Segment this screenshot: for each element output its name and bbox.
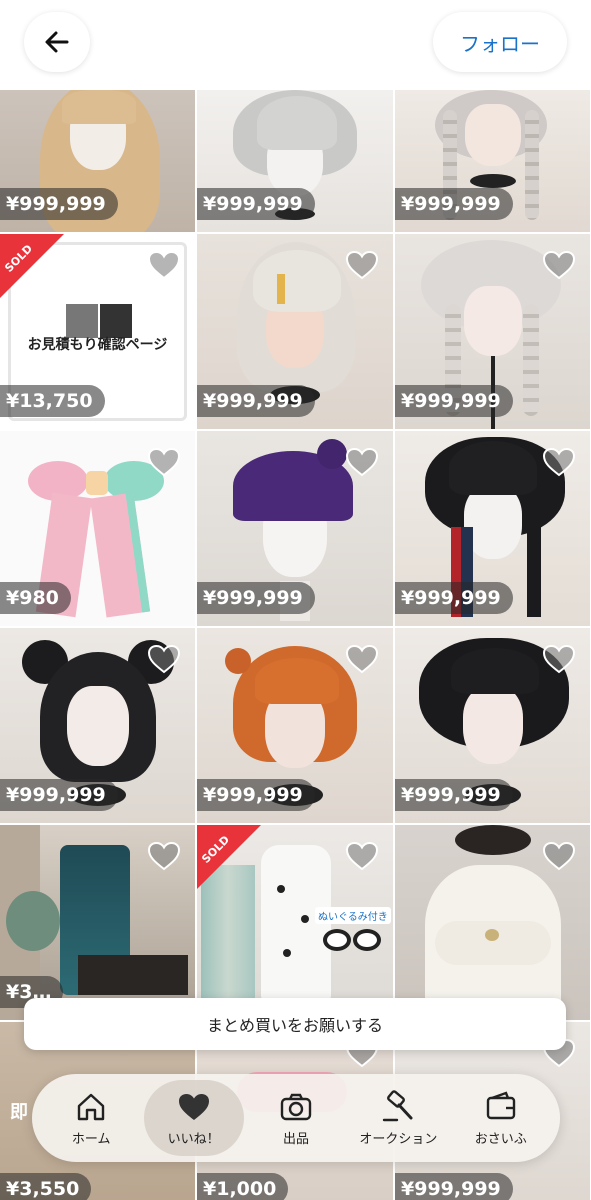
price-label: ¥999,999: [395, 582, 513, 614]
heart-icon[interactable]: [147, 447, 181, 477]
price-label: ¥999,999: [0, 779, 118, 811]
wallet-icon: [486, 1090, 515, 1119]
back-button[interactable]: [24, 12, 90, 72]
heart-icon[interactable]: [542, 841, 576, 871]
price-label: ¥999,999: [0, 188, 118, 220]
product-tile[interactable]: ぬいぐるみ付き SOLD: [197, 825, 393, 1020]
tile-text: 即: [10, 1102, 28, 1123]
heart-icon[interactable]: [345, 250, 379, 280]
bottom-tab-bar: ホーム いいね！ 出品 オークション おさいふ: [32, 1074, 560, 1162]
tag-label: ぬいぐるみ付き: [315, 907, 391, 924]
heart-icon[interactable]: [542, 644, 576, 674]
product-tile[interactable]: ¥980: [0, 431, 195, 626]
bulk-purchase-button[interactable]: まとめ買いをお願いする: [24, 998, 566, 1050]
screen: フォロー ¥999,999 ¥999,999 ¥999,999 お見積もり確認ペ…: [0, 0, 591, 1200]
heart-icon[interactable]: [542, 447, 576, 477]
product-tile[interactable]: ¥999,999: [395, 431, 590, 626]
price-label: ¥3,550: [0, 1173, 92, 1200]
tab-label: 出品: [282, 1131, 309, 1147]
tab-sell[interactable]: 出品: [246, 1080, 346, 1156]
price-label: ¥999,999: [197, 188, 315, 220]
heart-icon[interactable]: [147, 250, 181, 280]
tab-wallet[interactable]: おさいふ: [451, 1080, 551, 1156]
product-tile[interactable]: ¥999,999: [197, 90, 393, 232]
camera-icon: [280, 1093, 312, 1120]
product-tile[interactable]: ¥999,999: [197, 628, 393, 823]
top-bar: フォロー: [0, 0, 591, 90]
heart-icon[interactable]: [345, 841, 379, 871]
heart-icon[interactable]: [345, 644, 379, 674]
product-tile[interactable]: ¥999,999: [395, 628, 590, 823]
price-label: ¥999,999: [197, 582, 315, 614]
heart-icon[interactable]: [542, 250, 576, 280]
product-tile[interactable]: ¥999,999: [395, 90, 590, 232]
gavel-icon: [383, 1089, 413, 1121]
price-label: ¥999,999: [197, 385, 315, 417]
price-label: ¥13,750: [0, 385, 105, 417]
heart-icon[interactable]: [147, 644, 181, 674]
product-tile[interactable]: ¥999,999: [197, 234, 393, 429]
price-label: ¥999,999: [395, 779, 513, 811]
tab-home[interactable]: ホーム: [41, 1080, 141, 1156]
card-text: お見積もり確認ページ: [27, 337, 168, 353]
product-tile[interactable]: ¥999,999: [395, 234, 590, 429]
price-label: ¥999,999: [395, 1173, 513, 1200]
price-label: ¥980: [0, 582, 71, 614]
sold-badge: SOLD: [197, 825, 287, 915]
product-tile[interactable]: お見積もり確認ページ SOLD ¥13,750: [0, 234, 195, 429]
arrow-left-icon: [45, 31, 69, 53]
product-tile[interactable]: ¥999,999: [197, 431, 393, 626]
price-label: ¥999,999: [395, 188, 513, 220]
home-icon: [77, 1093, 105, 1120]
heart-icon[interactable]: [147, 841, 181, 871]
follow-button[interactable]: フォロー: [433, 12, 567, 72]
product-tile[interactable]: ¥3…: [0, 825, 195, 1020]
tab-label: ホーム: [71, 1131, 111, 1147]
tab-likes[interactable]: いいね！: [143, 1080, 244, 1156]
product-tile[interactable]: [395, 825, 590, 1020]
price-label: ¥999,999: [197, 779, 315, 811]
heart-icon[interactable]: [345, 447, 379, 477]
sold-badge: SOLD: [0, 234, 90, 324]
heart-icon: [178, 1093, 209, 1120]
price-label: ¥999,999: [395, 385, 513, 417]
tab-label: オークション: [359, 1131, 438, 1147]
tab-label: いいね！: [167, 1131, 220, 1147]
product-tile[interactable]: ¥999,999: [0, 90, 195, 232]
price-label: ¥1,000: [197, 1173, 289, 1200]
tab-label: おさいふ: [474, 1131, 527, 1147]
product-tile[interactable]: ¥999,999: [0, 628, 195, 823]
tab-auction[interactable]: オークション: [348, 1080, 448, 1156]
